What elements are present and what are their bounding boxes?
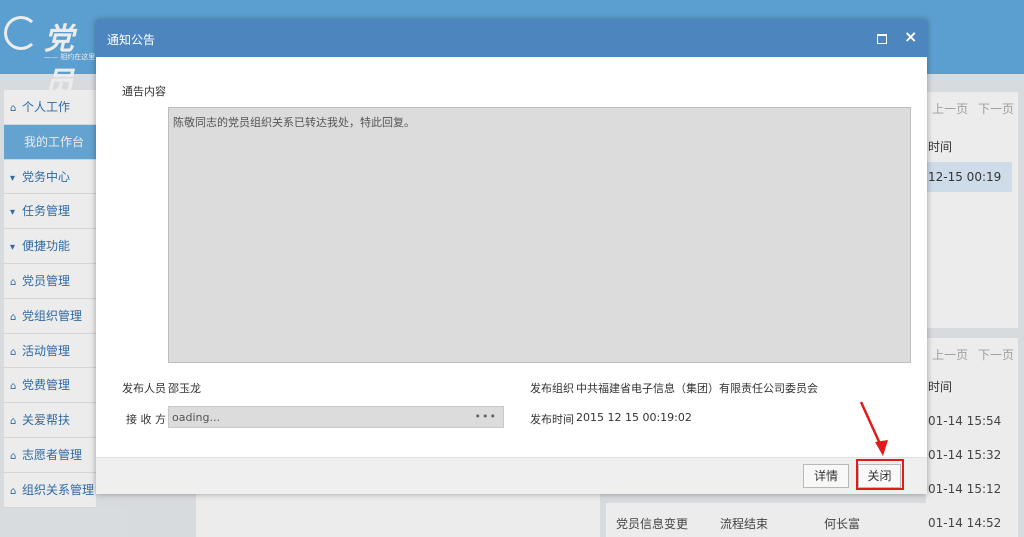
publisher-label: 发布人员 <box>122 382 166 395</box>
maximize-icon[interactable] <box>874 31 888 45</box>
time-label: 发布时间 <box>530 413 574 426</box>
annotation-highlight-box <box>856 459 904 490</box>
org-label: 发布组织 <box>530 382 574 395</box>
dialog-header: 通知公告 × <box>96 20 927 57</box>
receiver-label: 接 收 方 <box>126 413 166 426</box>
content-label: 通告内容 <box>122 85 166 98</box>
dialog-footer: 详情 关闭 <box>96 457 927 494</box>
dialog-title: 通知公告 <box>107 33 156 47</box>
content-text: 陈敬同志的党员组织关系已转达我处，特此回复。 <box>173 116 415 129</box>
annotation-arrow-icon <box>859 401 888 456</box>
time-value: 2015 12 15 00:19:02 <box>576 411 692 424</box>
close-icon[interactable]: × <box>904 27 917 47</box>
receiver-picker-button[interactable]: ••• <box>475 410 497 423</box>
detail-button[interactable]: 详情 <box>803 464 849 488</box>
publisher-value: 邵玉龙 <box>168 382 201 395</box>
org-value: 中共福建省电子信息（集团）有限责任公司委员会 <box>576 382 818 395</box>
content-textarea[interactable]: 陈敬同志的党员组织关系已转达我处，特此回复。 <box>168 107 911 363</box>
receiver-field[interactable]: oading... ••• <box>168 406 504 428</box>
receiver-value: oading... <box>172 411 220 424</box>
notice-dialog: 通知公告 × 通告内容 陈敬同志的党员组织关系已转达我处，特此回复。 发布人员 … <box>96 20 927 494</box>
